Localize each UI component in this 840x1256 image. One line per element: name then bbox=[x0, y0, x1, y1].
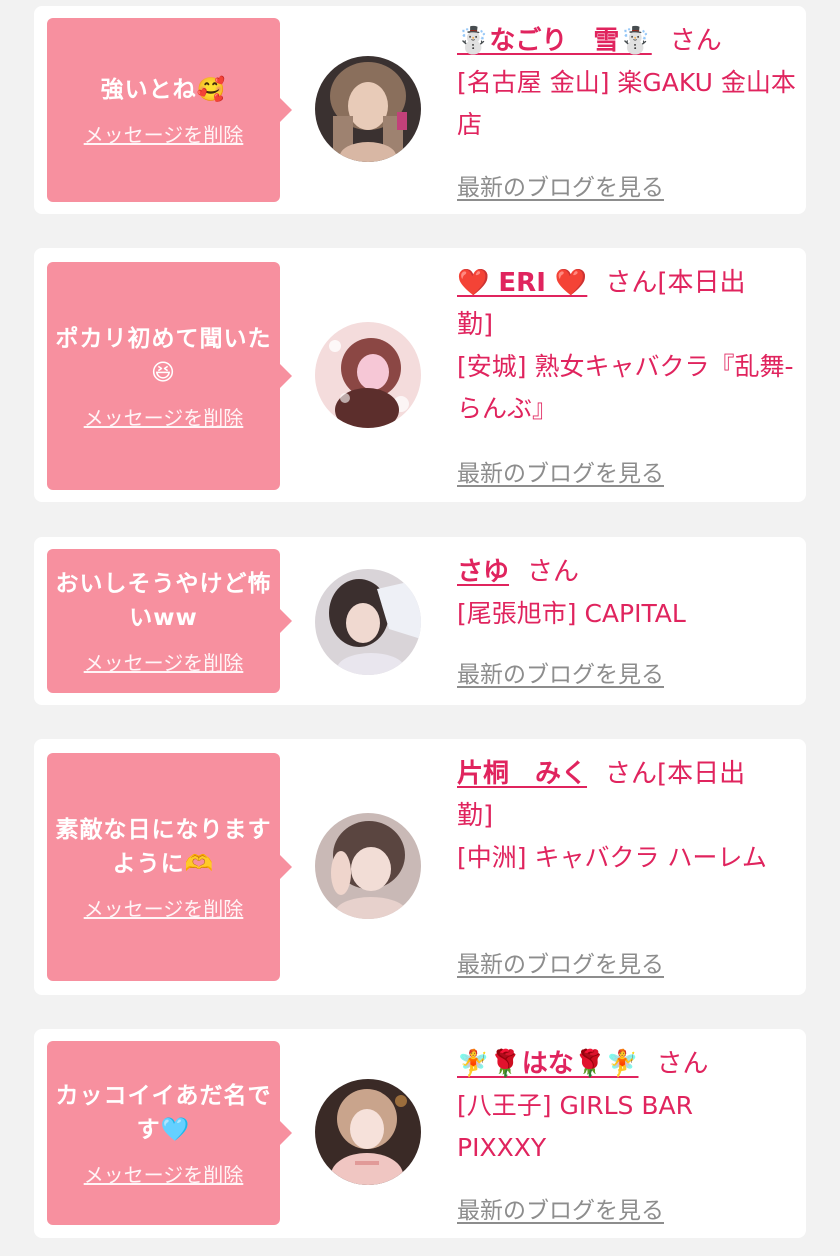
cast-name-link[interactable]: ☃️なごり 雪☃️ bbox=[457, 26, 652, 56]
message-text: カッコイイあだ名です🩵 bbox=[55, 1082, 272, 1143]
message-bubble: カッコイイあだ名です🩵 メッセージを削除 bbox=[47, 1041, 292, 1225]
message-text: ポカリ初めて聞いた😆 bbox=[55, 325, 272, 386]
message-bubble: おいしそうやけど怖いww メッセージを削除 bbox=[47, 549, 292, 693]
cast-info: さゆ さん [尾張旭市] CAPITAL 最新のブログを見る bbox=[457, 551, 797, 688]
honorific: さん bbox=[656, 1049, 709, 1079]
message-text: おいしそうやけど怖いww bbox=[55, 570, 272, 631]
cast-name-row: さゆ さん bbox=[457, 551, 797, 593]
cast-info: 🧚🌹はな🌹🧚 さん [八王子] GIRLS BAR PIXXXY 最新のブログを見… bbox=[457, 1043, 797, 1224]
cast-name-link[interactable]: 片桐 みく bbox=[457, 759, 587, 789]
cast-name-link[interactable]: 🧚🌹はな🌹🧚 bbox=[457, 1049, 639, 1079]
message-list: 強いとね🥰 メッセージを削除 ☃️なごり 雪☃️ さん [名古屋 金山] 楽GAK… bbox=[0, 0, 840, 1256]
honorific: さん bbox=[605, 268, 658, 298]
shop-name: [名古屋 金山] 楽GAKU 金山本店 bbox=[457, 68, 796, 139]
delete-message-link[interactable]: メッセージを削除 bbox=[84, 402, 244, 431]
message-card: カッコイイあだ名です🩵 メッセージを削除 🧚🌹はな🌹🧚 さん [八王子] GIRL… bbox=[34, 1029, 806, 1238]
latest-blog-link[interactable]: 最新のブログを見る bbox=[457, 655, 664, 689]
latest-blog-link[interactable]: 最新のブログを見る bbox=[457, 945, 664, 979]
shop-name: [八王子] GIRLS BAR PIXXXY bbox=[457, 1091, 693, 1162]
delete-message-link[interactable]: メッセージを削除 bbox=[84, 893, 244, 922]
shop-name: [尾張旭市] CAPITAL bbox=[457, 599, 686, 628]
cast-name-link[interactable]: さゆ bbox=[457, 557, 509, 587]
delete-message-link[interactable]: メッセージを削除 bbox=[84, 119, 244, 148]
avatar[interactable] bbox=[315, 56, 421, 162]
avatar[interactable] bbox=[315, 813, 421, 919]
message-text: 強いとね🥰 bbox=[100, 76, 227, 103]
delete-message-link[interactable]: メッセージを削除 bbox=[84, 647, 244, 676]
message-bubble: 素敵な日になりますように🫶 メッセージを削除 bbox=[47, 753, 292, 981]
message-bubble: ポカリ初めて聞いた😆 メッセージを削除 bbox=[47, 262, 292, 490]
honorific: さん bbox=[527, 557, 580, 587]
cast-name-row: ❤️ ERI ❤️ さん[本日出勤] bbox=[457, 262, 777, 346]
cast-name-row: 🧚🌹はな🌹🧚 さん bbox=[457, 1043, 797, 1085]
cast-name-row: 片桐 みく さん[本日出勤] bbox=[457, 753, 777, 837]
message-card: 素敵な日になりますように🫶 メッセージを削除 片桐 みく さん[本日出勤] [中洲… bbox=[34, 739, 806, 995]
honorific: さん bbox=[669, 26, 722, 56]
avatar[interactable] bbox=[315, 1079, 421, 1185]
shop-name: [中洲] キャバクラ ハーレム bbox=[457, 843, 767, 872]
cast-info: ☃️なごり 雪☃️ さん [名古屋 金山] 楽GAKU 金山本店 最新のブログを見… bbox=[457, 20, 797, 201]
cast-name-link[interactable]: ❤️ ERI ❤️ bbox=[457, 268, 587, 298]
avatar[interactable] bbox=[315, 569, 421, 675]
latest-blog-link[interactable]: 最新のブログを見る bbox=[457, 1191, 664, 1225]
avatar[interactable] bbox=[315, 322, 421, 428]
latest-blog-link[interactable]: 最新のブログを見る bbox=[457, 168, 664, 202]
cast-name-row: ☃️なごり 雪☃️ さん bbox=[457, 20, 797, 62]
latest-blog-link[interactable]: 最新のブログを見る bbox=[457, 454, 664, 488]
cast-info: ❤️ ERI ❤️ さん[本日出勤] [安城] 熟女キャバクラ『乱舞-らんぶ』 最… bbox=[457, 262, 797, 487]
message-card: ポカリ初めて聞いた😆 メッセージを削除 ❤️ ERI ❤️ さん[本日出勤] [安… bbox=[34, 248, 806, 502]
message-card: 強いとね🥰 メッセージを削除 ☃️なごり 雪☃️ さん [名古屋 金山] 楽GAK… bbox=[34, 6, 806, 214]
message-card: おいしそうやけど怖いww メッセージを削除 さゆ さん [尾張旭市] CAPITA… bbox=[34, 537, 806, 705]
message-bubble: 強いとね🥰 メッセージを削除 bbox=[47, 18, 292, 202]
delete-message-link[interactable]: メッセージを削除 bbox=[84, 1159, 244, 1188]
cast-info: 片桐 みく さん[本日出勤] [中洲] キャバクラ ハーレム 最新のブログを見る bbox=[457, 753, 797, 978]
shop-name: [安城] 熟女キャバクラ『乱舞-らんぶ』 bbox=[457, 352, 794, 423]
honorific: さん bbox=[605, 759, 658, 789]
message-text: 素敵な日になりますように🫶 bbox=[55, 816, 272, 877]
